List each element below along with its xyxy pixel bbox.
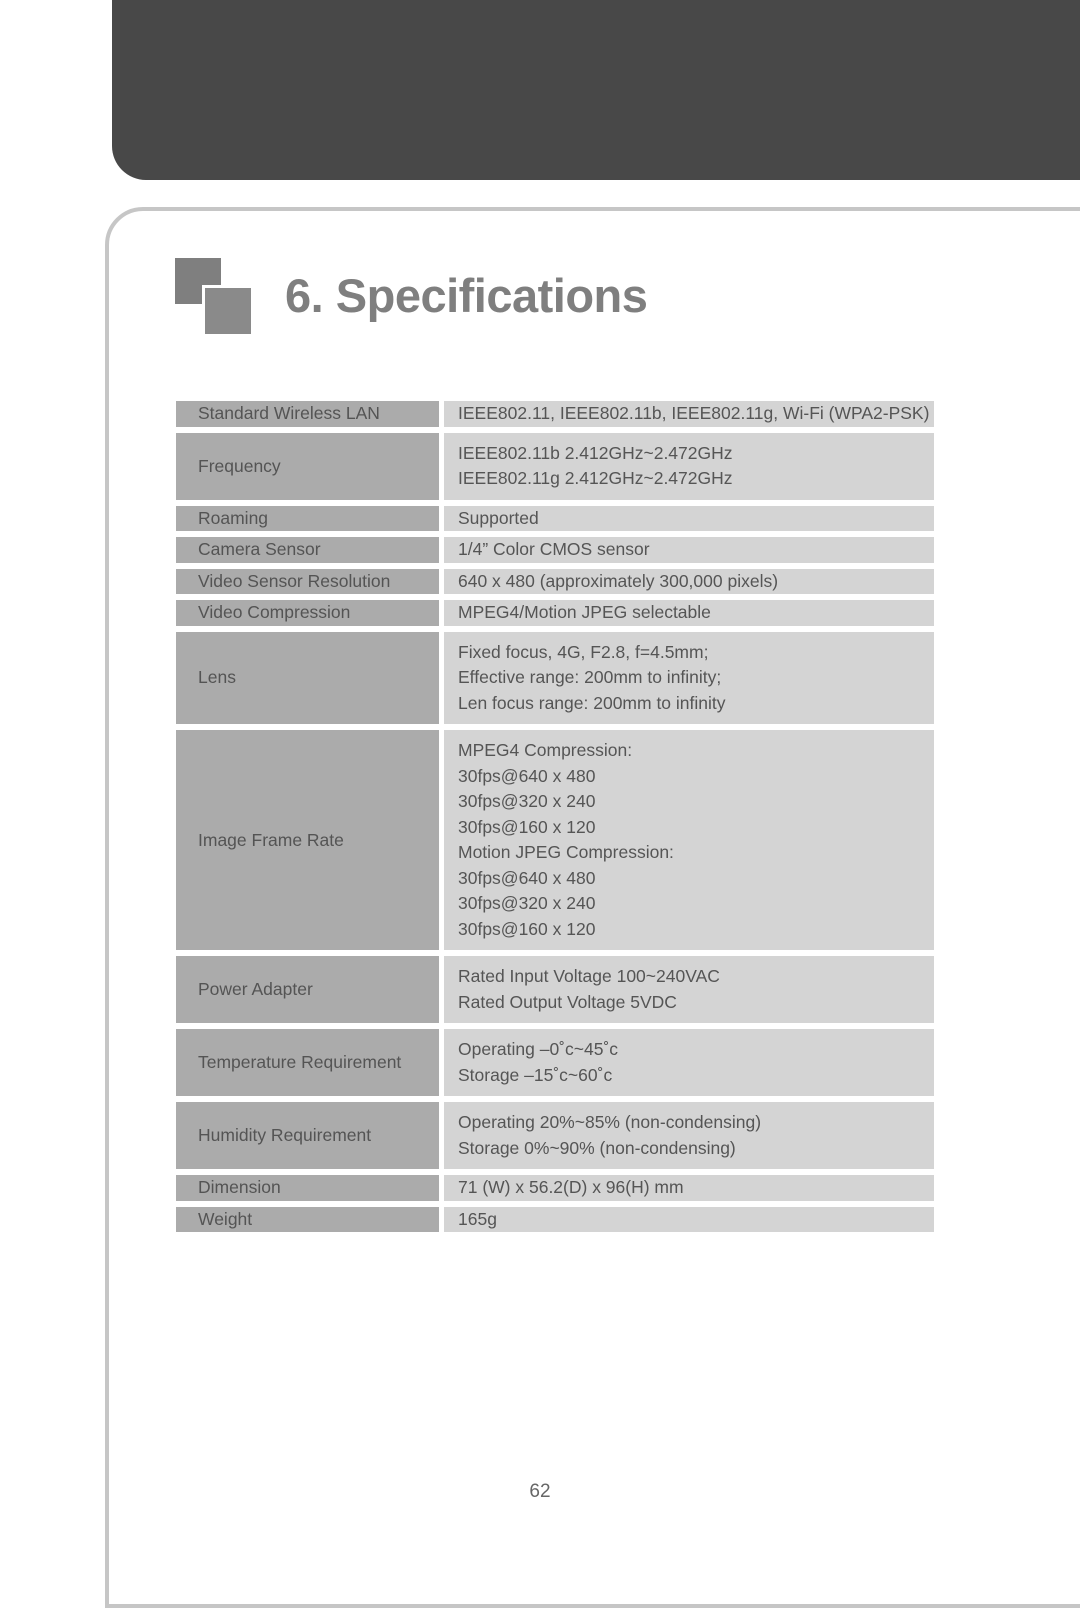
table-row: Image Frame Rate MPEG4 Compression: 30fps@… bbox=[176, 730, 934, 950]
spec-value-line: 30fps@640 x 480 bbox=[458, 867, 596, 888]
spec-label-cell: Humidity Requirement bbox=[176, 1102, 439, 1169]
spec-value-line: MPEG4 Compression: bbox=[458, 740, 633, 760]
spec-value-line: Supported bbox=[458, 507, 539, 528]
spec-label-cell: Standard Wireless LAN bbox=[176, 401, 439, 427]
spec-value-cell: Rated Input Voltage 100~240VAC Rated Outp… bbox=[444, 956, 934, 1023]
spec-value-cell: 71 (W) x 56.2(D) x 96(H) mm bbox=[444, 1175, 934, 1201]
spec-value-cell: Fixed focus, 4G, F2.8, f=4.5mm; Effective… bbox=[444, 631, 934, 724]
table-row: Weight 165g bbox=[176, 1206, 934, 1232]
table-row: Temperature Requirement Operating –0˚c~45… bbox=[176, 1029, 934, 1096]
spec-value-line: 30fps@320 x 240 bbox=[458, 893, 596, 913]
spec-value-line: Motion JPEG Compression: bbox=[458, 842, 674, 862]
spec-value-line: 1/4” Color CMOS sensor bbox=[458, 539, 650, 559]
spec-value-line: Operating –0˚c~45˚c bbox=[458, 1039, 619, 1059]
spec-value-line: Operating 20%~85% (non-condensing) bbox=[458, 1112, 762, 1132]
two-squares-logo-icon bbox=[175, 258, 251, 334]
spec-value-line: IEEE802.11, IEEE802.11b, IEEE802.11g, Wi… bbox=[458, 403, 930, 423]
spec-value-cell: Operating 20%~85% (non-condensing) Storag… bbox=[444, 1102, 934, 1169]
spec-value-line: Len focus range: 200mm to infinity bbox=[458, 692, 726, 713]
spec-value-line: 71 (W) x 56.2(D) x 96(H) mm bbox=[458, 1177, 684, 1197]
specifications-table: Standard Wireless LAN IEEE802.11, IEEE802… bbox=[176, 401, 934, 1238]
table-row: Humidity Requirement Operating 20%~85% (n… bbox=[176, 1102, 934, 1169]
spec-label-cell: Video Compression bbox=[176, 600, 439, 626]
spec-value-cell: 165g bbox=[444, 1206, 934, 1232]
page-title: 6. Specifications bbox=[285, 268, 648, 322]
spec-value-line: Rated Output Voltage 5VDC bbox=[458, 991, 677, 1012]
spec-value-line: 30fps@640 x 480 bbox=[458, 765, 596, 786]
spec-value-cell: 1/4” Color CMOS sensor bbox=[444, 537, 934, 563]
table-row: Frequency IEEE802.11b 2.412GHz~2.472GHz IE… bbox=[176, 432, 934, 500]
table-row: Camera Sensor 1/4” Color CMOS sensor bbox=[176, 537, 934, 563]
spec-value-line: 640 x 480 (approximately 300,000 pixels) bbox=[458, 570, 779, 591]
spec-value-cell: MPEG4 Compression: 30fps@640 x 480 30fps@3… bbox=[444, 730, 934, 950]
page-title-block: 6. Specifications bbox=[175, 258, 648, 334]
spec-value-line: Storage –15˚c~60˚c bbox=[458, 1064, 613, 1085]
spec-value-cell: MPEG4/Motion JPEG selectable bbox=[444, 600, 934, 626]
page-number: 62 bbox=[529, 1481, 551, 1502]
header-band bbox=[112, 0, 1080, 180]
spec-value-line: Effective range: 200mm to infinity; bbox=[458, 667, 722, 687]
table-row: Power Adapter Rated Input Voltage 100~240… bbox=[176, 956, 934, 1023]
spec-value-line: IEEE802.11b 2.412GHz~2.472GHz bbox=[458, 442, 733, 463]
spec-label-cell: Dimension bbox=[176, 1175, 439, 1201]
spec-value-cell: Supported bbox=[444, 505, 934, 531]
spec-label-cell: Lens bbox=[176, 631, 439, 724]
spec-value-line: 165g bbox=[458, 1208, 497, 1229]
spec-label-cell: Power Adapter bbox=[176, 956, 439, 1023]
table-row: Lens Fixed focus, 4G, F2.8, f=4.5mm; Effec… bbox=[176, 631, 934, 724]
table-row: Standard Wireless LAN IEEE802.11, IEEE802… bbox=[176, 401, 934, 427]
spec-value-line: MPEG4/Motion JPEG selectable bbox=[458, 602, 711, 622]
table-row: Roaming Supported bbox=[176, 505, 934, 531]
spec-value-line: Storage 0%~90% (non-condensing) bbox=[458, 1137, 736, 1158]
spec-label-cell: Image Frame Rate bbox=[176, 730, 439, 950]
spec-value-line: 30fps@320 x 240 bbox=[458, 791, 596, 811]
spec-value-line: 30fps@160 x 120 bbox=[458, 816, 596, 837]
spec-value-cell: 640 x 480 (approximately 300,000 pixels) bbox=[444, 568, 934, 594]
table-row: Video Sensor Resolution 640 x 480 (approx… bbox=[176, 568, 934, 594]
spec-value-line: IEEE802.11g 2.412GHz~2.472GHz bbox=[458, 468, 733, 488]
spec-value-line: Rated Input Voltage 100~240VAC bbox=[458, 966, 720, 986]
spec-label-cell: Roaming bbox=[176, 505, 439, 531]
spec-label-cell: Video Sensor Resolution bbox=[176, 568, 439, 594]
spec-value-cell: Operating –0˚c~45˚c Storage –15˚c~60˚c bbox=[444, 1029, 934, 1096]
spec-label-cell: Temperature Requirement bbox=[176, 1029, 439, 1096]
spec-label-cell: Weight bbox=[176, 1206, 439, 1232]
spec-value-line: Fixed focus, 4G, F2.8, f=4.5mm; bbox=[458, 641, 709, 662]
table-row: Video Compression MPEG4/Motion JPEG selec… bbox=[176, 600, 934, 626]
spec-label-cell: Frequency bbox=[176, 432, 439, 500]
spec-value-line: 30fps@160 x 120 bbox=[458, 918, 596, 939]
spec-label-cell: Camera Sensor bbox=[176, 537, 439, 563]
spec-value-cell: IEEE802.11b 2.412GHz~2.472GHz IEEE802.11g… bbox=[444, 432, 934, 500]
table-row: Dimension 71 (W) x 56.2(D) x 96(H) mm bbox=[176, 1175, 934, 1201]
spec-value-cell: IEEE802.11, IEEE802.11b, IEEE802.11g, Wi… bbox=[444, 401, 934, 427]
logo-square-bottom-right bbox=[202, 285, 251, 334]
